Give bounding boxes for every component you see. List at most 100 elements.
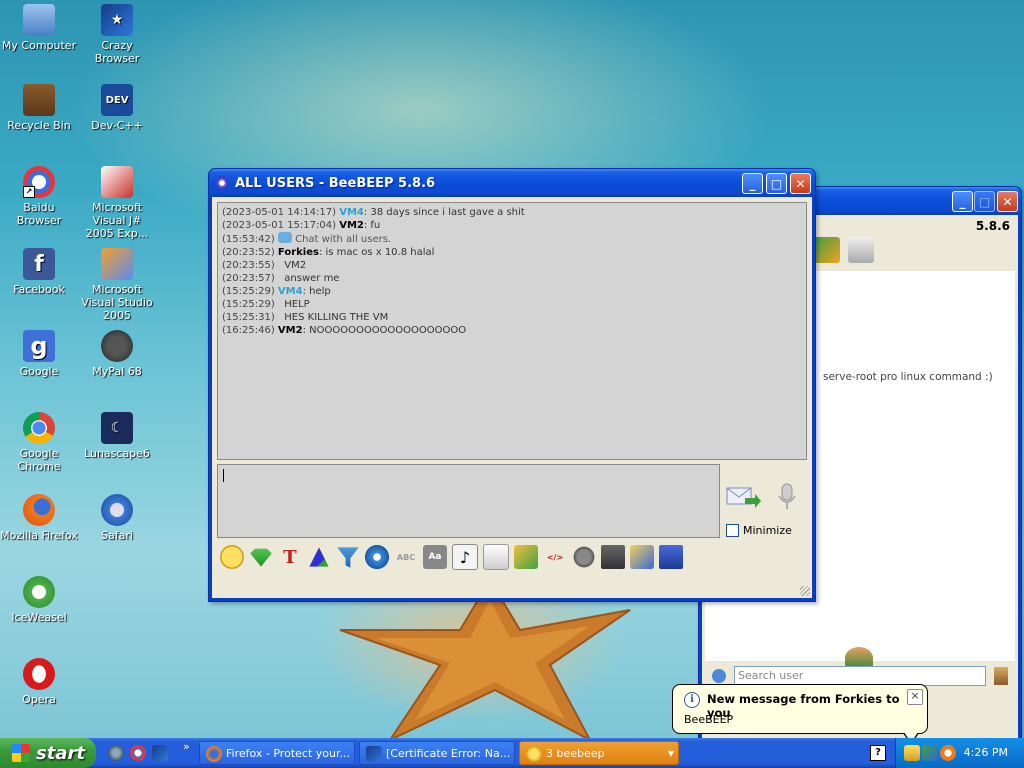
maximize-button[interactable]: □ bbox=[766, 173, 787, 194]
start-label: start bbox=[36, 742, 85, 764]
send-icon[interactable] bbox=[725, 482, 761, 512]
desktop-icon-crazy-browser[interactable]: ★ Crazy Browser bbox=[78, 4, 156, 65]
clear-icon[interactable] bbox=[994, 667, 1008, 685]
info-icon: i bbox=[684, 692, 700, 708]
message-timestamp: (15:25:29) bbox=[222, 299, 275, 310]
save-chat-icon[interactable] bbox=[483, 544, 509, 570]
notification-close-button[interactable]: × bbox=[907, 689, 923, 705]
message-text: : is mac os x 10.8 halal bbox=[318, 247, 435, 258]
settings-icon[interactable] bbox=[365, 545, 389, 569]
checkbox-box[interactable] bbox=[726, 524, 739, 537]
envelope-tray-icon[interactable] bbox=[904, 745, 920, 761]
desktop-icon-mypal[interactable]: MyPal 68 bbox=[78, 330, 156, 378]
chat-bubble-icon bbox=[277, 232, 292, 243]
gem-icon[interactable] bbox=[250, 548, 272, 567]
close-button[interactable]: ✕ bbox=[790, 173, 811, 194]
desktop-icon-safari[interactable]: Safari bbox=[78, 494, 156, 542]
message-user: VM4 bbox=[277, 286, 303, 297]
message-timestamp: (2023-05-01 14:14:17) bbox=[222, 207, 337, 218]
network-tray-icon[interactable] bbox=[922, 745, 938, 761]
beebeep-app-icon bbox=[215, 176, 229, 190]
message-timestamp: (15:53:42) bbox=[222, 234, 275, 245]
font-color-icon[interactable] bbox=[309, 547, 329, 567]
desktop-icon-my-computer[interactable]: My Computer bbox=[0, 4, 78, 52]
message-text: VM2 bbox=[284, 260, 307, 271]
firefox-task-icon bbox=[206, 746, 222, 762]
close-button[interactable]: ✕ bbox=[997, 191, 1018, 212]
save-icon[interactable] bbox=[659, 545, 683, 569]
desktop-icon-iceweasel[interactable]: IceWeasel bbox=[0, 576, 78, 624]
baidu-browser-icon: ↗ bbox=[23, 166, 55, 198]
help-button[interactable]: ? bbox=[870, 745, 886, 761]
message-timestamp: (16:25:46) bbox=[222, 325, 275, 336]
desktop-icon-google-chrome[interactable]: Google Chrome bbox=[0, 412, 78, 473]
iceweasel-icon bbox=[23, 576, 55, 608]
desktop-icon-opera[interactable]: Opera bbox=[0, 658, 78, 706]
screenshot-icon[interactable] bbox=[601, 545, 625, 569]
status-message: serve-root pro linux command :) bbox=[823, 371, 993, 383]
safari-icon bbox=[101, 494, 133, 526]
task-certificate-error[interactable]: [Certificate Error: Na... bbox=[359, 741, 515, 765]
desktop-icon-visual-studio[interactable]: Microsoft Visual Studio 2005 bbox=[78, 248, 156, 322]
clock: 4:26 PM bbox=[963, 746, 1008, 759]
task-beebeep-group[interactable]: 3 beebeep ▼ bbox=[519, 741, 679, 765]
desktop-icon-lunascape[interactable]: ☾ Lunascape6 bbox=[78, 412, 156, 460]
sync-icon[interactable] bbox=[814, 237, 840, 263]
message-text: : 38 days since i last gave a shit bbox=[363, 207, 525, 218]
chat-window-body: (2023-05-01 14:14:17) VM4 : 38 days since… bbox=[212, 197, 812, 598]
sound-icon[interactable]: ♪ bbox=[452, 544, 478, 570]
task-label: 3 beebeep bbox=[546, 747, 605, 760]
quicklaunch-crazy-browser-icon[interactable] bbox=[152, 745, 168, 761]
quicklaunch-browser-icon[interactable] bbox=[108, 745, 124, 761]
chat-window[interactable]: ALL USERS - BeeBEEP 5.8.6 _ □ ✕ (2023-05… bbox=[208, 168, 816, 602]
message-text: : fu bbox=[363, 220, 381, 231]
chat-message: (15:25:31) HES KILLING THE VM bbox=[222, 311, 802, 324]
trash-icon[interactable] bbox=[848, 237, 874, 263]
message-input[interactable] bbox=[217, 464, 720, 538]
start-button[interactable]: start bbox=[0, 738, 96, 768]
desktop-icon-baidu-browser[interactable]: ↗ Baidu Browser bbox=[0, 166, 78, 227]
filter-icon[interactable] bbox=[337, 547, 359, 568]
chat-message: (15:25:29) HELP bbox=[222, 298, 802, 311]
message-text: HES KILLING THE VM bbox=[284, 312, 389, 323]
desktop-icon-recycle-bin[interactable]: Recycle Bin bbox=[0, 84, 78, 132]
chat-message: (16:25:46) VM2: NOOOOOOOOOOOOOOOOOOO bbox=[222, 324, 802, 337]
computer-icon bbox=[23, 4, 55, 36]
font-icon[interactable]: T bbox=[278, 545, 302, 569]
maximize-button[interactable]: □ bbox=[974, 191, 995, 212]
settings-icon[interactable] bbox=[712, 669, 726, 683]
chat-message: (20:23:55) VM2 bbox=[222, 259, 802, 272]
search-user-input[interactable]: Search user bbox=[734, 666, 986, 686]
record-icon[interactable] bbox=[572, 545, 596, 569]
task-firefox[interactable]: Firefox - Protect your... bbox=[199, 741, 355, 765]
quicklaunch-chevron-icon[interactable]: » bbox=[183, 740, 190, 753]
minimize-button[interactable]: _ bbox=[952, 191, 973, 212]
notification-balloon[interactable]: i New message from Forkies to you BeeBEE… bbox=[672, 684, 928, 738]
chat-window-titlebar[interactable]: ALL USERS - BeeBEEP 5.8.6 _ □ ✕ bbox=[209, 169, 815, 197]
quicklaunch-baidu-icon[interactable] bbox=[130, 745, 146, 761]
taskbar: start » Firefox - Protect your... [Certi… bbox=[0, 738, 1024, 768]
search-tray-icon[interactable] bbox=[940, 745, 956, 761]
desktop-icon-visual-jsharp[interactable]: Microsoft Visual J# 2005 Exp... bbox=[78, 166, 156, 240]
desktop-icon-google[interactable]: g Google bbox=[0, 330, 78, 378]
lunascape-icon: ☾ bbox=[101, 412, 133, 444]
google-icon: g bbox=[23, 330, 55, 362]
html-icon[interactable]: </> bbox=[543, 545, 567, 569]
beebeep-task-icon bbox=[526, 746, 542, 762]
minimize-button[interactable]: _ bbox=[742, 173, 763, 194]
emoticon-icon[interactable] bbox=[220, 545, 244, 569]
opera-icon bbox=[23, 658, 55, 690]
desktop-icon-facebook[interactable]: f Facebook bbox=[0, 248, 78, 296]
send-file-icon[interactable] bbox=[514, 545, 538, 569]
notification-body: BeeBEEP bbox=[684, 713, 734, 726]
font-size-icon[interactable]: Aa bbox=[423, 545, 447, 569]
desktop-icon-dev-cpp[interactable]: DEV Dev-C++ bbox=[78, 84, 156, 132]
microphone-icon[interactable] bbox=[775, 482, 799, 512]
recycle-bin-icon bbox=[23, 84, 55, 116]
spellcheck-icon[interactable]: ABC bbox=[394, 545, 418, 569]
clipboard-icon[interactable] bbox=[630, 545, 654, 569]
group-dropdown-icon[interactable]: ▼ bbox=[668, 742, 674, 764]
desktop-icon-mozilla-firefox[interactable]: Mozilla Firefox bbox=[0, 494, 78, 542]
resize-grip[interactable] bbox=[800, 586, 810, 596]
minimize-checkbox[interactable]: Minimize bbox=[726, 524, 792, 537]
